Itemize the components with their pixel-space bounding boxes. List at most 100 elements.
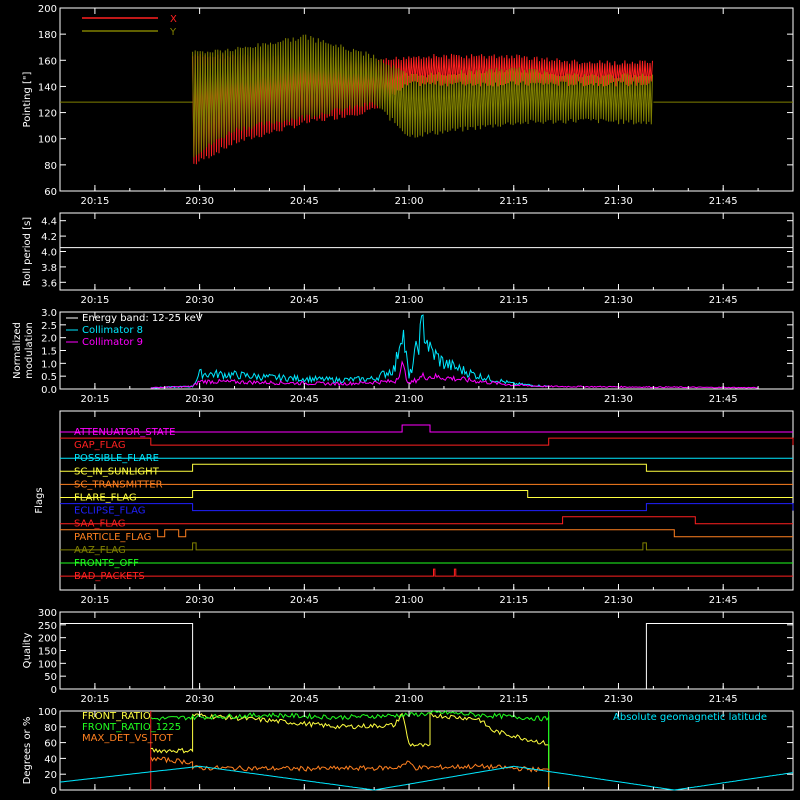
flag-line-eclipse-flag: [60, 503, 794, 512]
quality-ytick-label: 250: [38, 621, 57, 632]
modulation-legend-title: Energy band: 12-25 keV: [82, 313, 203, 324]
quality-xtick-label: 20:45: [290, 694, 319, 705]
pointing-xtick-label: 21:15: [499, 196, 528, 207]
modulation-ytick-label: 2.0: [41, 334, 57, 345]
pointing-series-y: [192, 34, 653, 158]
quality-xtick-label: 21:00: [395, 694, 424, 705]
roll-ytick-label: 4.2: [41, 232, 57, 243]
roll-xtick-label: 21:00: [395, 295, 424, 306]
modulation-xtick-label: 21:30: [604, 394, 633, 405]
legend-label-y: Y: [169, 27, 177, 38]
flag-line-saa-flag: [60, 516, 793, 525]
flag-label-aaz-flag: AAZ_FLAG: [74, 545, 126, 556]
modulation-ylabel-1: Normalized: [12, 322, 23, 379]
modulation-ytick-label: 0.5: [41, 372, 57, 383]
flag-label-saa-flag: SAA_FLAG: [74, 519, 125, 530]
pointing-ytick-label: 140: [38, 82, 57, 93]
pointing-ytick-label: 200: [38, 4, 57, 15]
ratios-ytick-label: 80: [44, 723, 57, 734]
pointing-ytick-label: 160: [38, 56, 57, 67]
quality-ytick-label: 50: [44, 672, 57, 683]
flag-label-gap-flag: GAP_FLAG: [74, 440, 126, 451]
pointing-ytick-label: 180: [38, 30, 57, 41]
quality-ytick-label: 300: [38, 608, 57, 619]
flag-line-aaz-flag: [60, 542, 793, 551]
flag-label-possible-flare: POSSIBLE_FLARE: [74, 453, 159, 464]
flag-label-eclipse-flag: ECLIPSE_FLAG: [74, 506, 145, 517]
roll-ytick-label: 4.4: [41, 217, 57, 228]
flag-label-bad-packets: BAD_PACKETS: [74, 571, 145, 582]
roll-ylabel: Roll period [s]: [22, 217, 33, 286]
modulation-xtick-label: 20:30: [185, 394, 214, 405]
modulation-xtick-label: 20:15: [80, 394, 109, 405]
ratios-ytick-label: 100: [38, 707, 57, 718]
flag-label-sc-in-sunlight: SC_IN_SUNLIGHT: [74, 466, 160, 477]
roll-xtick-label: 21:45: [709, 295, 738, 306]
quality-xtick-label: 20:30: [185, 694, 214, 705]
ratios-series-0: [150, 711, 550, 790]
quality-ytick-label: 100: [38, 659, 57, 670]
quality-series: [60, 623, 793, 690]
flags-xtick-label: 20:45: [290, 595, 319, 606]
flag-line-particle-flag: [60, 529, 793, 538]
modulation-xtick-label: 20:45: [290, 394, 319, 405]
ratios-ylabel: Degrees or %: [22, 717, 33, 785]
modulation-legend-label: Collimator 8: [82, 325, 143, 336]
roll-xtick-label: 21:15: [499, 295, 528, 306]
pointing-ylabel: Pointing ["]: [22, 71, 33, 127]
legend-label-x: X: [170, 14, 177, 25]
quality-ytick-label: 0: [51, 685, 57, 696]
flag-line-sc-in-sunlight: [60, 463, 793, 472]
roll-xtick-label: 20:15: [80, 295, 109, 306]
modulation-ytick-label: 2.5: [41, 321, 57, 332]
roll-ytick-label: 4.0: [41, 248, 57, 259]
modulation-ytick-label: 1.0: [41, 359, 57, 370]
flag-line-bad-packets: [60, 568, 793, 577]
flag-label-particle-flag: PARTICLE_FLAG: [74, 532, 151, 543]
flags-xtick-label: 21:15: [499, 595, 528, 606]
flags-xtick-label: 21:45: [709, 595, 738, 606]
ratios-ytick-label: 0: [51, 786, 57, 797]
ratios-ytick-label: 20: [44, 770, 57, 781]
modulation-xtick-label: 21:45: [709, 394, 738, 405]
ratios-legend-label: FRONT_RATIO: [82, 711, 151, 722]
quality-xtick-label: 21:30: [604, 694, 633, 705]
pointing-ytick-label: 60: [44, 187, 57, 198]
modulation-series-8: [150, 314, 549, 389]
flags-ylabel: Flags: [34, 487, 45, 513]
flags-xtick-label: 21:00: [395, 595, 424, 606]
ratios-series-1: [150, 710, 550, 790]
modulation-ylabel-2: modulation: [24, 322, 35, 379]
pointing-xtick-label: 21:00: [395, 196, 424, 207]
pointing-xtick-label: 20:45: [290, 196, 319, 207]
roll-xtick-label: 20:30: [185, 295, 214, 306]
quality-ytick-label: 200: [38, 634, 57, 645]
roll-xtick-label: 21:30: [604, 295, 633, 306]
flag-line-flare-flag: [60, 490, 793, 498]
flag-label-attenuator-state: ATTENUATOR_STATE: [74, 427, 175, 438]
modulation-ytick-label: 3.0: [41, 308, 57, 319]
flags-xtick-label: 21:30: [604, 595, 633, 606]
pointing-xtick-label: 20:15: [80, 196, 109, 207]
flag-label-fronts-off: FRONTS_OFF: [74, 558, 139, 569]
roll-ytick-label: 3.6: [41, 278, 57, 289]
flag-line-gap-flag: [60, 437, 794, 446]
flag-label-flare-flag: FLARE_FLAG: [74, 493, 137, 504]
pointing-xtick-label: 21:30: [604, 196, 633, 207]
quality-ytick-label: 150: [38, 647, 57, 658]
modulation-legend-label: Collimator 9: [82, 337, 143, 348]
ratios-legend-label: FRONT_RATIO_1225: [82, 722, 181, 733]
modulation-ytick-label: 1.5: [41, 347, 57, 358]
ratios-annotation: Absolute geomagnetic latitude: [613, 712, 767, 723]
ratios-legend-label: MAX_DET_VS_TOT: [82, 733, 174, 744]
figure: 20:15 20:30 20:45 21:00 21:15 21:30 21:45 60 80 1…: [12, 4, 794, 797]
ratios-ytick-label: 60: [44, 739, 57, 750]
quality-xtick-label: 20:15: [80, 694, 109, 705]
quality-xtick-label: 21:45: [709, 694, 738, 705]
quality-xtick-label: 21:15: [499, 694, 528, 705]
modulation-xtick-label: 21:15: [499, 394, 528, 405]
pointing-ytick-label: 100: [38, 135, 57, 146]
pointing-ytick-label: 120: [38, 109, 57, 120]
pointing-xtick-label: 20:30: [185, 196, 214, 207]
modulation-ytick-label: 0.0: [41, 385, 57, 396]
